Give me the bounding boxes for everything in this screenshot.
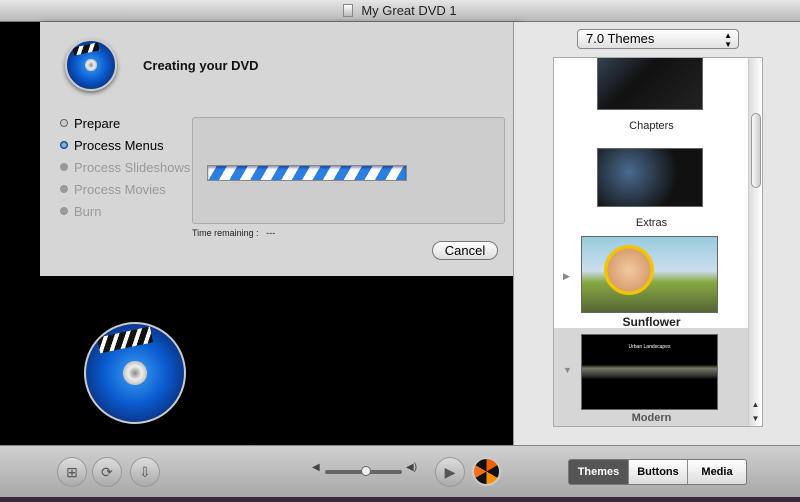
theme-list: Chapters Extras ▶ Sunflower ▼ Urban Land… <box>553 57 763 427</box>
bottom-toolbar: ⊞ ⟳ ⇩ ◀ ◀) ▶ Themes Buttons Media <box>0 445 800 497</box>
tab-media[interactable]: Media <box>687 460 746 484</box>
volume-slider-knob[interactable] <box>361 466 371 476</box>
scrollbar-thumb[interactable] <box>751 113 761 188</box>
idvd-logo-icon <box>84 322 186 424</box>
theme-label: Extras <box>635 217 668 229</box>
time-remaining-value: --- <box>266 228 276 238</box>
theme-item-chapters[interactable]: Chapters <box>554 58 749 143</box>
scroll-up-arrow-icon[interactable]: ▲ <box>749 400 762 409</box>
theme-thumbnail <box>597 58 703 110</box>
burn-progress-sheet: Creating your DVD Prepare Process Menus … <box>40 22 520 276</box>
theme-list-scrollbar[interactable]: ▲ ▼ <box>748 58 762 426</box>
document-icon <box>343 4 354 17</box>
tab-themes[interactable]: Themes <box>569 460 628 484</box>
step-status-icon <box>60 141 68 149</box>
step-prepare: Prepare <box>60 112 190 134</box>
disclosure-right-icon[interactable]: ▶ <box>563 271 570 282</box>
theme-label: Chapters <box>629 120 674 132</box>
dialog-title: Creating your DVD <box>143 58 259 73</box>
idvd-icon <box>65 39 117 91</box>
theme-thumbnail: Urban Landscapes <box>581 334 718 410</box>
tab-buttons[interactable]: Buttons <box>628 460 687 484</box>
themes-panel: 7.0 Themes ▲ ▼ Chapters Extras ▶ Sunflower… <box>513 22 800 445</box>
theme-item-modern[interactable]: ▼ Urban Landscapes Modern <box>554 328 750 426</box>
step-status-icon <box>60 207 68 215</box>
volume-high-icon: ◀) <box>406 462 418 473</box>
disclosure-down-icon[interactable]: ▼ <box>563 365 572 375</box>
theme-item-extras[interactable]: Extras <box>554 148 749 238</box>
panel-tabs: Themes Buttons Media <box>568 459 747 485</box>
theme-set-value: 7.0 Themes <box>586 31 655 46</box>
step-list: Prepare Process Menus Process Slideshows… <box>60 112 190 222</box>
step-burn: Burn <box>60 200 190 222</box>
loop-icon[interactable]: ⟳ <box>92 457 122 487</box>
step-status-icon <box>60 163 68 171</box>
dropzone-icon[interactable]: ⇩ <box>130 457 160 487</box>
step-label: Process Menus <box>74 137 164 153</box>
updown-arrows-icon: ▲ ▼ <box>724 31 732 49</box>
burn-icon[interactable] <box>472 457 501 486</box>
volume-low-icon: ◀ <box>312 462 320 473</box>
step-status-icon <box>60 119 68 127</box>
window-title: My Great DVD 1 <box>361 3 457 18</box>
thumbnail-title: Urban Landscapes <box>628 344 671 350</box>
time-remaining-label: Time remaining : <box>192 228 259 238</box>
step-process-movies: Process Movies <box>60 178 190 200</box>
theme-thumbnail <box>581 236 718 313</box>
step-label: Process Slideshows <box>74 159 191 175</box>
step-label: Prepare <box>74 115 121 131</box>
title-bar: My Great DVD 1 <box>0 0 800 22</box>
cancel-button[interactable]: Cancel <box>432 241 498 260</box>
progress-bar <box>207 165 407 181</box>
step-process-menus: Process Menus <box>60 134 190 156</box>
step-process-slideshows: Process Slideshows <box>60 156 190 178</box>
scroll-down-arrow-icon[interactable]: ▼ <box>749 414 762 423</box>
map-icon[interactable]: ⊞ <box>57 457 87 487</box>
step-status-icon <box>60 185 68 193</box>
theme-set-select[interactable]: 7.0 Themes ▲ ▼ <box>577 29 739 49</box>
theme-thumbnail <box>597 148 703 207</box>
play-icon[interactable]: ▶ <box>435 457 465 487</box>
volume-slider[interactable] <box>325 466 402 476</box>
theme-label: Modern <box>631 412 672 424</box>
theme-label: Sunflower <box>622 315 681 329</box>
step-label: Process Movies <box>74 181 166 197</box>
theme-item-sunflower[interactable]: ▶ Sunflower <box>554 236 749 329</box>
time-remaining: Time remaining : --- <box>192 228 275 238</box>
step-label: Burn <box>74 203 102 219</box>
